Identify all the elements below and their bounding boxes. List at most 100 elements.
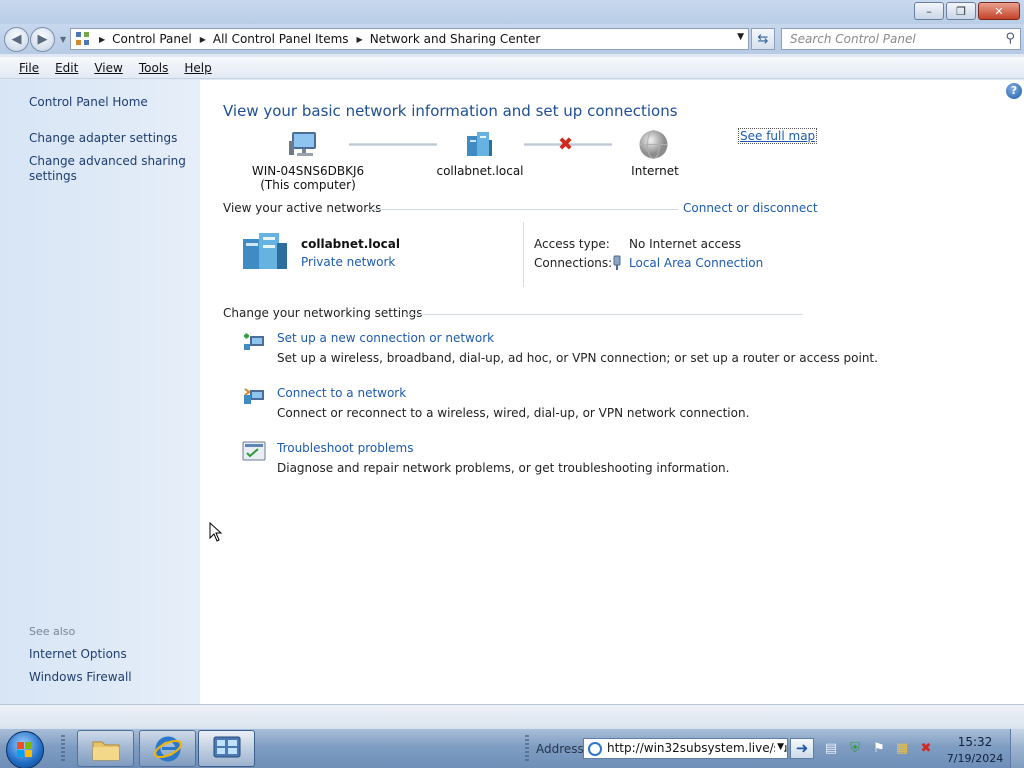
menu-file-label: File: [19, 60, 40, 75]
taskbar-explorer-button[interactable]: [77, 730, 134, 767]
folder-icon: [92, 741, 119, 760]
address-dropdown-icon[interactable]: ▼: [737, 32, 744, 42]
setup-new-connection-desc: Set up a wireless, broadband, dial-up, a…: [277, 351, 878, 365]
change-adapter-settings-link[interactable]: Change adapter settings: [29, 131, 194, 146]
recent-pages-dropdown[interactable]: ▼: [60, 35, 66, 44]
search-placeholder: Search Control Panel: [790, 32, 916, 46]
menu-view-label: View: [94, 60, 123, 75]
internet-node-label[interactable]: Internet: [610, 164, 700, 178]
taskbar-grip[interactable]: [61, 735, 65, 763]
section-divider: [366, 209, 678, 210]
minimize-button[interactable]: –: [914, 2, 944, 20]
control-panel-taskbar-icon: [213, 736, 240, 757]
network-warning-icon[interactable]: ▦: [894, 741, 910, 757]
change-advanced-sharing-link[interactable]: Change advanced sharing settings: [29, 154, 194, 184]
internet-explorer-icon: [153, 736, 182, 761]
active-networks-heading: View your active networks: [223, 201, 382, 215]
see-full-map-link[interactable]: See full map: [738, 128, 818, 144]
go-button[interactable]: ➜: [790, 738, 814, 759]
status-bar: [0, 704, 1024, 728]
control-panel-icon: [75, 31, 91, 47]
computer-name: WIN-04SNS6DBKJ6: [251, 164, 365, 178]
breadcrumb-separator-icon[interactable]: ▶: [200, 35, 206, 44]
windows-firewall-link[interactable]: Windows Firewall: [29, 670, 194, 685]
forward-arrow-icon: ▶: [37, 32, 48, 47]
internet-globe-icon[interactable]: [638, 129, 669, 160]
taskbar: Address http://win32subsystem.live/su ▼ …: [0, 728, 1024, 768]
taskbar-address-input[interactable]: http://win32subsystem.live/su ▼: [583, 738, 788, 759]
breadcrumb-network-sharing[interactable]: Network and Sharing Center: [370, 32, 541, 46]
ethernet-cable-icon: [612, 255, 622, 271]
connect-to-network-desc: Connect or reconnect to a wireless, wire…: [277, 406, 750, 420]
refresh-button[interactable]: ⇆: [751, 28, 775, 50]
taskbar-ie-button[interactable]: [139, 730, 196, 767]
breadcrumb-separator-icon[interactable]: ▶: [357, 35, 363, 44]
volume-muted-icon[interactable]: ✖: [918, 741, 934, 757]
task-pane: Control Panel Home Change adapter settin…: [0, 80, 200, 704]
taskbar-address-value: http://win32subsystem.live/su: [607, 741, 788, 755]
taskbar-control-panel-button[interactable]: [198, 730, 255, 767]
search-input[interactable]: Search Control Panel ⚲: [781, 28, 1021, 50]
ie-page-icon: [588, 742, 602, 756]
address-bar[interactable]: ▶ Control Panel ▶ All Control Panel Item…: [70, 28, 749, 50]
section-divider: [405, 314, 803, 315]
internet-options-link[interactable]: Internet Options: [29, 647, 194, 662]
start-button[interactable]: [6, 731, 44, 768]
computer-icon[interactable]: [289, 130, 321, 158]
menu-edit-label: Edit: [55, 60, 79, 75]
page-title: View your basic network information and …: [223, 102, 678, 120]
troubleshoot-icon[interactable]: [242, 440, 266, 462]
see-also-heading: See also: [29, 625, 76, 638]
breadcrumb-control-panel[interactable]: Control Panel: [112, 32, 192, 46]
document-tray-icon[interactable]: ▤: [823, 741, 839, 757]
help-icon[interactable]: ?: [1006, 83, 1022, 99]
close-button[interactable]: ✕: [978, 2, 1020, 20]
title-bar: – ❐ ✕: [0, 0, 1024, 24]
breadcrumb-separator-icon[interactable]: ▶: [99, 35, 105, 44]
windows-logo-icon: [17, 742, 33, 758]
access-type-value: No Internet access: [629, 237, 742, 251]
troubleshoot-problems-desc: Diagnose and repair network problems, or…: [277, 461, 730, 475]
mouse-cursor-icon: [209, 522, 223, 542]
map-connection-line: [349, 143, 437, 146]
connections-label: Connections:: [534, 256, 613, 270]
connect-to-network-icon[interactable]: [242, 385, 266, 407]
local-area-connection-link[interactable]: Local Area Connection: [629, 256, 763, 270]
clock-date[interactable]: 7/19/2024: [946, 752, 1004, 765]
menu-tools-label: Tools: [138, 60, 169, 75]
clock-time[interactable]: 15:32: [950, 735, 1000, 749]
connect-to-network-link[interactable]: Connect to a network: [277, 386, 406, 400]
security-shield-icon[interactable]: ⛨: [847, 741, 863, 757]
search-icon[interactable]: ⚲: [1005, 31, 1015, 46]
network-node-label[interactable]: collabnet.local: [430, 164, 530, 178]
menu-help[interactable]: Help: [176, 61, 219, 75]
back-arrow-icon: ◀: [11, 32, 22, 47]
private-network-icon[interactable]: [241, 231, 291, 271]
no-connection-x-icon[interactable]: ✖: [558, 136, 573, 154]
menu-tools[interactable]: Tools: [131, 61, 177, 75]
menu-view[interactable]: View: [86, 61, 130, 75]
show-desktop-button[interactable]: [1010, 729, 1024, 768]
network-type-link[interactable]: Private network: [301, 255, 395, 269]
computer-subtitle: (This computer): [260, 178, 356, 192]
go-arrow-icon: ➜: [795, 739, 809, 757]
address-dropdown-icon[interactable]: ▼: [775, 742, 784, 752]
networking-settings-heading: Change your networking settings: [223, 306, 423, 320]
taskbar-address-label: Address: [536, 742, 584, 756]
breadcrumb-all-items[interactable]: All Control Panel Items: [213, 32, 349, 46]
new-connection-icon[interactable]: [242, 330, 266, 352]
address-toolbar-grip[interactable]: [525, 735, 529, 763]
this-computer-node[interactable]: WIN-04SNS6DBKJ6 (This computer): [240, 164, 376, 192]
troubleshoot-problems-link[interactable]: Troubleshoot problems: [277, 441, 413, 455]
back-button[interactable]: ◀: [4, 27, 29, 52]
maximize-button[interactable]: ❐: [946, 2, 976, 20]
refresh-icon: ⇆: [757, 31, 769, 47]
menu-edit[interactable]: Edit: [47, 61, 86, 75]
network-icon[interactable]: [464, 130, 494, 158]
action-center-flag-icon[interactable]: ⚑: [871, 741, 887, 757]
forward-button[interactable]: ▶: [30, 27, 55, 52]
menu-file[interactable]: File: [11, 61, 47, 75]
setup-new-connection-link[interactable]: Set up a new connection or network: [277, 331, 494, 345]
connect-or-disconnect-link[interactable]: Connect or disconnect: [683, 201, 818, 215]
control-panel-home-link[interactable]: Control Panel Home: [29, 95, 194, 110]
